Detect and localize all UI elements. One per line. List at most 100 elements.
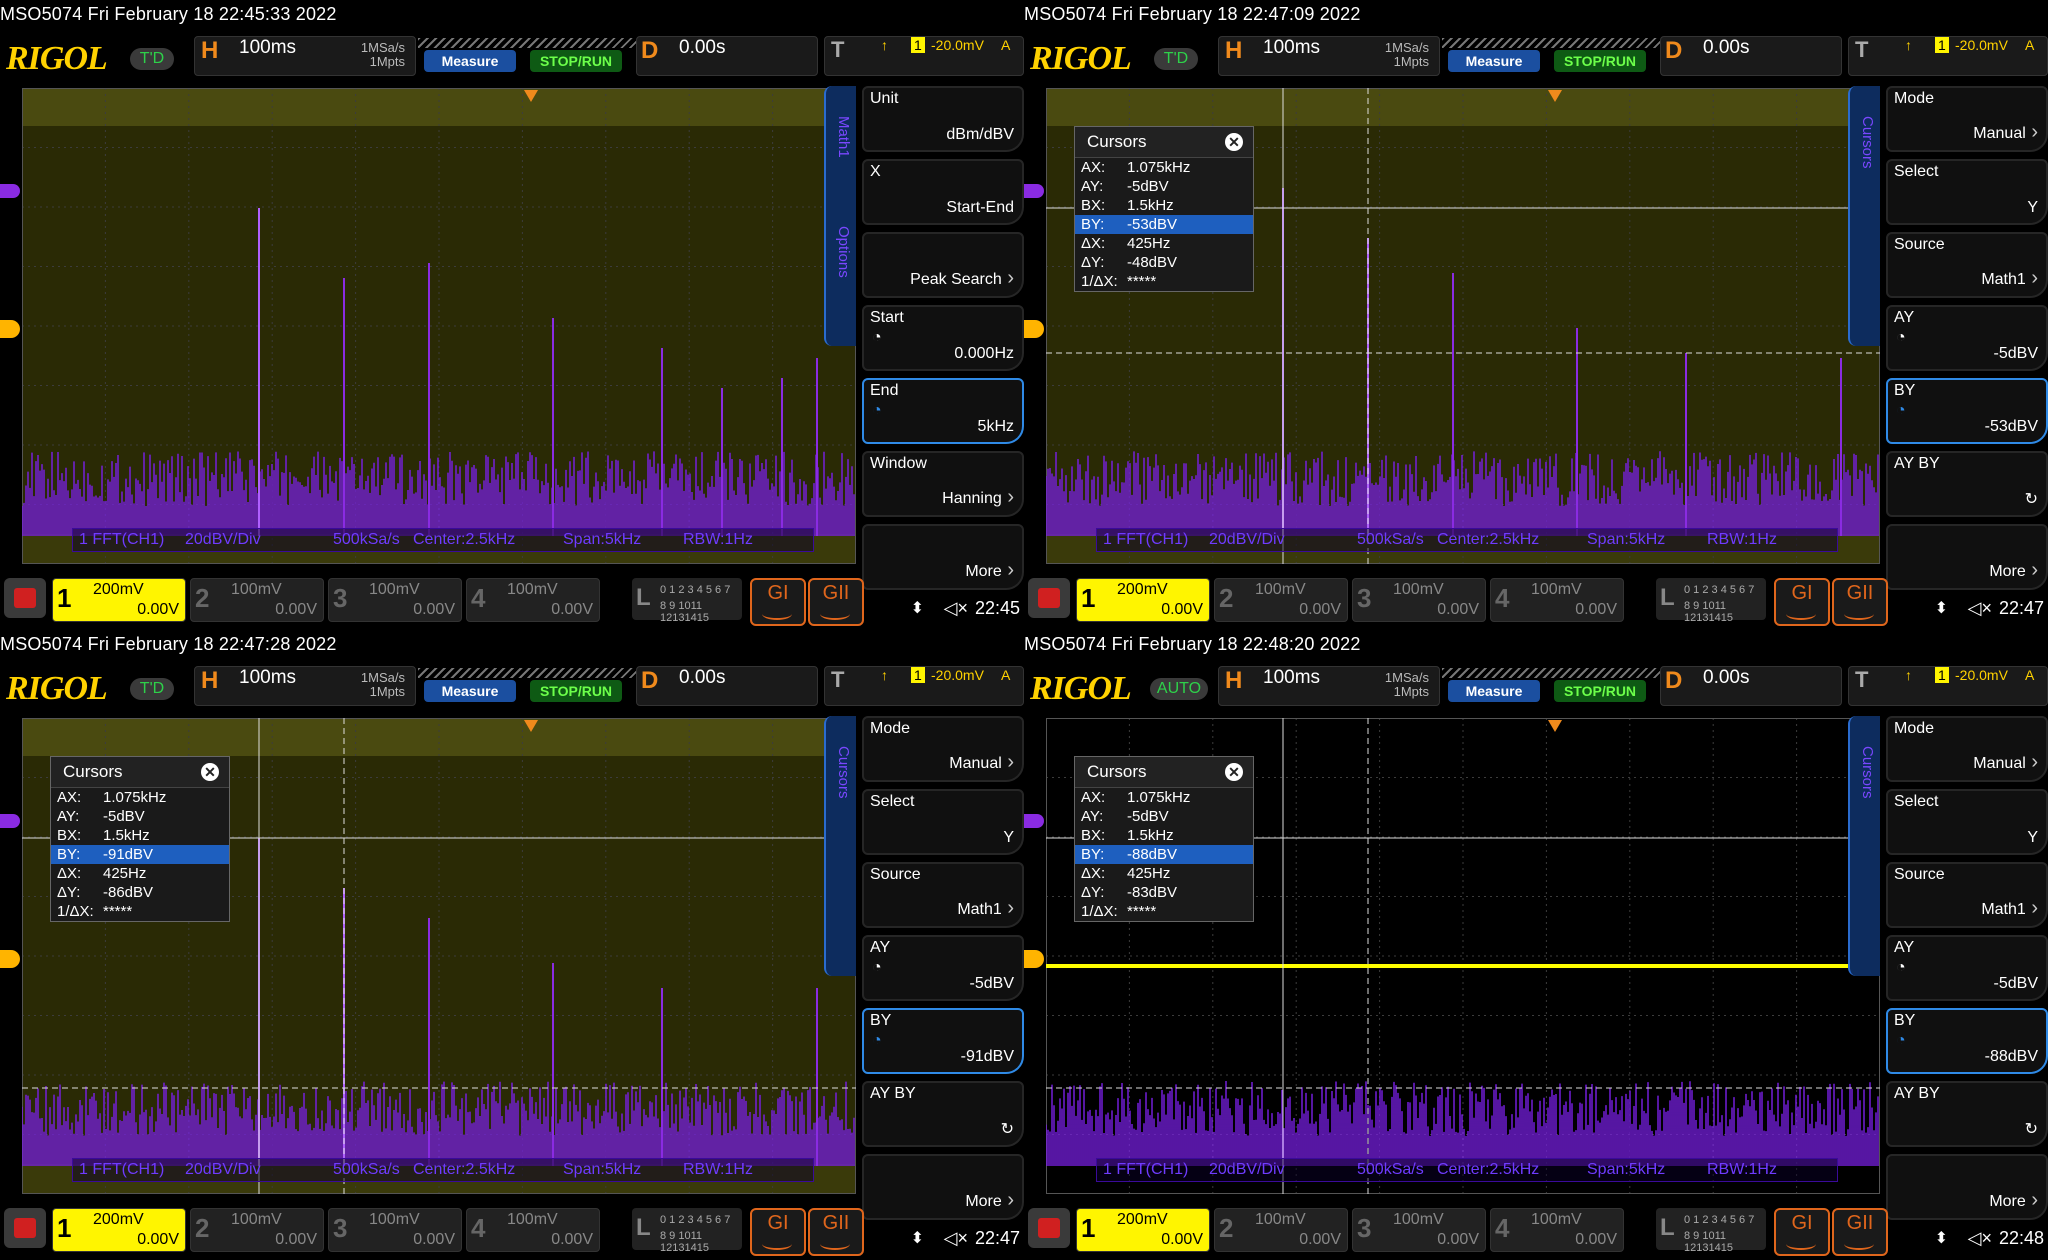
menu-item-source[interactable]: Source Math1 bbox=[862, 862, 1024, 928]
stop-indicator-icon[interactable] bbox=[4, 578, 46, 618]
horizontal-box[interactable]: H 100ms 1MSa/s 1Mpts bbox=[1218, 666, 1440, 706]
logic-channels-box[interactable]: L 0 1 2 3 4 5 6 7 8 9 1011 12131415 bbox=[1656, 578, 1766, 624]
menu-item-ay[interactable]: AY -5dBV ◔ bbox=[1886, 305, 2048, 371]
measure-button[interactable]: Measure bbox=[424, 50, 516, 72]
channel-2-box[interactable]: 2 100mV 0.00V bbox=[1214, 1208, 1348, 1252]
horizontal-box[interactable]: H 100ms 1MSa/s 1Mpts bbox=[1218, 36, 1440, 76]
measure-button[interactable]: Measure bbox=[1448, 50, 1540, 72]
menu-item-source[interactable]: Source Math1 bbox=[1886, 862, 2048, 928]
stop-indicator-icon[interactable] bbox=[4, 1208, 46, 1248]
logic-channels-box[interactable]: L 0 1 2 3 4 5 6 7 8 9 1011 12131415 bbox=[632, 1208, 742, 1254]
menu-item-window[interactable]: Window Hanning bbox=[862, 451, 1024, 517]
menu-tab-strip[interactable]: Cursors bbox=[824, 716, 856, 976]
menu-item-x[interactable]: X Start-End bbox=[862, 159, 1024, 225]
stop-run-button[interactable]: STOP/RUN bbox=[1554, 50, 1646, 72]
channel-3-box[interactable]: 3 100mV 0.00V bbox=[328, 1208, 462, 1252]
menu-item-mode[interactable]: Mode Manual bbox=[1886, 716, 2048, 782]
menu-item-select[interactable]: Select Y bbox=[1886, 159, 2048, 225]
menu-item-source[interactable]: Source Math1 bbox=[1886, 232, 2048, 298]
close-icon[interactable]: ✕ bbox=[1225, 133, 1243, 151]
menu-item-label: Select bbox=[870, 793, 915, 810]
measure-button[interactable]: Measure bbox=[1448, 680, 1540, 702]
stop-indicator-icon[interactable] bbox=[1028, 1208, 1070, 1248]
measure-button[interactable]: Measure bbox=[424, 680, 516, 702]
menu-item-ay-by[interactable]: AY BY ↻ bbox=[1886, 451, 2048, 517]
channel-4-box[interactable]: 4 100mV 0.00V bbox=[1490, 578, 1624, 622]
trigger-box[interactable]: T ↑ 1 -20.0mV A bbox=[1848, 36, 2048, 76]
delay-box[interactable]: D 0.00s bbox=[636, 36, 818, 76]
knob-icon: ◔ bbox=[872, 959, 882, 976]
horizontal-box[interactable]: H 100ms 1MSa/s 1Mpts bbox=[194, 36, 416, 76]
menu-item-peak-search[interactable]: Peak Search bbox=[862, 232, 1024, 298]
menu-item-end[interactable]: End 5kHz ◔ bbox=[862, 378, 1024, 444]
fft-info-0: 1 FFT(CH1) bbox=[79, 531, 165, 548]
generator-1-button[interactable]: GI bbox=[750, 1208, 806, 1256]
delay-box[interactable]: D 0.00s bbox=[636, 666, 818, 706]
stop-indicator-icon[interactable] bbox=[1028, 578, 1070, 618]
channel-2-box[interactable]: 2 100mV 0.00V bbox=[190, 578, 324, 622]
channel-3-box[interactable]: 3 100mV 0.00V bbox=[328, 578, 462, 622]
channel-4-box[interactable]: 4 100mV 0.00V bbox=[1490, 1208, 1624, 1252]
d-icon: D bbox=[641, 37, 659, 64]
speaker-icon[interactable]: ◁× bbox=[944, 598, 968, 619]
stop-run-button[interactable]: STOP/RUN bbox=[530, 50, 622, 72]
trigger-box[interactable]: T ↑ 1 -20.0mV A bbox=[824, 666, 1024, 706]
menu-item-mode[interactable]: Mode Manual bbox=[862, 716, 1024, 782]
channel-1-box[interactable]: 1 200mV 0.00V bbox=[1076, 1208, 1210, 1252]
channel-1-box[interactable]: 1 200mV 0.00V bbox=[52, 578, 186, 622]
channel-1-box[interactable]: 1 200mV 0.00V bbox=[1076, 578, 1210, 622]
cursor-key: 1/ΔX: bbox=[1081, 903, 1118, 920]
menu-item-start[interactable]: Start 0.000Hz ◔ bbox=[862, 305, 1024, 371]
horizontal-box[interactable]: H 100ms 1MSa/s 1Mpts bbox=[194, 666, 416, 706]
menu-item-mode[interactable]: Mode Manual bbox=[1886, 86, 2048, 152]
trigger-box[interactable]: T ↑ 1 -20.0mV A bbox=[824, 36, 1024, 76]
menu-tab-strip[interactable]: Cursors bbox=[1848, 716, 1880, 976]
delay-box[interactable]: D 0.00s bbox=[1660, 666, 1842, 706]
menu-item-value: Peak Search bbox=[910, 267, 1014, 290]
menu-tab-strip[interactable]: Math1 Options bbox=[824, 86, 856, 346]
logic-channels-box[interactable]: L 0 1 2 3 4 5 6 7 8 9 1011 12131415 bbox=[632, 578, 742, 624]
generator-2-button[interactable]: GII bbox=[808, 578, 864, 626]
menu-item-ay-by[interactable]: AY BY ↻ bbox=[1886, 1081, 2048, 1147]
menu-item-select[interactable]: Select Y bbox=[1886, 789, 2048, 855]
generator-2-button[interactable]: GII bbox=[1832, 1208, 1888, 1256]
generator-1-button[interactable]: GI bbox=[1774, 1208, 1830, 1256]
knob-icon: ◔ bbox=[1896, 329, 1906, 346]
trigger-box[interactable]: T ↑ 1 -20.0mV A bbox=[1848, 666, 2048, 706]
channel-2-box[interactable]: 2 100mV 0.00V bbox=[190, 1208, 324, 1252]
menu-item-label: Mode bbox=[1894, 720, 1935, 737]
channel-1-box[interactable]: 1 200mV 0.00V bbox=[52, 1208, 186, 1252]
menu-item-by[interactable]: BY -91dBV ◔ bbox=[862, 1008, 1024, 1074]
menu-item-unit[interactable]: Unit dBm/dBV bbox=[862, 86, 1024, 152]
generator-1-button[interactable]: GI bbox=[1774, 578, 1830, 626]
channel-3-box[interactable]: 3 100mV 0.00V bbox=[1352, 578, 1486, 622]
menu-tab-strip[interactable]: Cursors bbox=[1848, 86, 1880, 346]
channel-offset: 0.00V bbox=[275, 601, 317, 618]
stop-run-button[interactable]: STOP/RUN bbox=[1554, 680, 1646, 702]
generator-1-button[interactable]: GI bbox=[750, 578, 806, 626]
menu-item-by[interactable]: BY -53dBV ◔ bbox=[1886, 378, 2048, 444]
speaker-icon[interactable]: ◁× bbox=[1968, 598, 1992, 619]
speaker-icon[interactable]: ◁× bbox=[1968, 1228, 1992, 1249]
channel-2-box[interactable]: 2 100mV 0.00V bbox=[1214, 578, 1348, 622]
stop-run-button[interactable]: STOP/RUN bbox=[530, 680, 622, 702]
menu-item-ay[interactable]: AY -5dBV ◔ bbox=[862, 935, 1024, 1001]
channel-4-box[interactable]: 4 100mV 0.00V bbox=[466, 578, 600, 622]
generator-2-button[interactable]: GII bbox=[1832, 578, 1888, 626]
menu-item-ay-by[interactable]: AY BY ↻ bbox=[862, 1081, 1024, 1147]
logic-channels-box[interactable]: L 0 1 2 3 4 5 6 7 8 9 1011 12131415 bbox=[1656, 1208, 1766, 1254]
usb-icon: ⬍ bbox=[1934, 1230, 1948, 1247]
menu-item-ay[interactable]: AY -5dBV ◔ bbox=[1886, 935, 2048, 1001]
delay-box[interactable]: D 0.00s bbox=[1660, 36, 1842, 76]
channel-4-box[interactable]: 4 100mV 0.00V bbox=[466, 1208, 600, 1252]
menu-item-select[interactable]: Select Y bbox=[862, 789, 1024, 855]
generator-2-button[interactable]: GII bbox=[808, 1208, 864, 1256]
speaker-icon[interactable]: ◁× bbox=[944, 1228, 968, 1249]
channel-3-box[interactable]: 3 100mV 0.00V bbox=[1352, 1208, 1486, 1252]
close-icon[interactable]: ✕ bbox=[1225, 763, 1243, 781]
sample-rate: 1MSa/s bbox=[1384, 40, 1429, 55]
top-status-bar: RIGOL T'D H 100ms 1MSa/s 1Mpts Measure STOP/RUN… bbox=[1024, 36, 2048, 80]
channel-offset: 0.00V bbox=[1437, 1231, 1479, 1248]
close-icon[interactable]: ✕ bbox=[201, 763, 219, 781]
menu-item-by[interactable]: BY -88dBV ◔ bbox=[1886, 1008, 2048, 1074]
